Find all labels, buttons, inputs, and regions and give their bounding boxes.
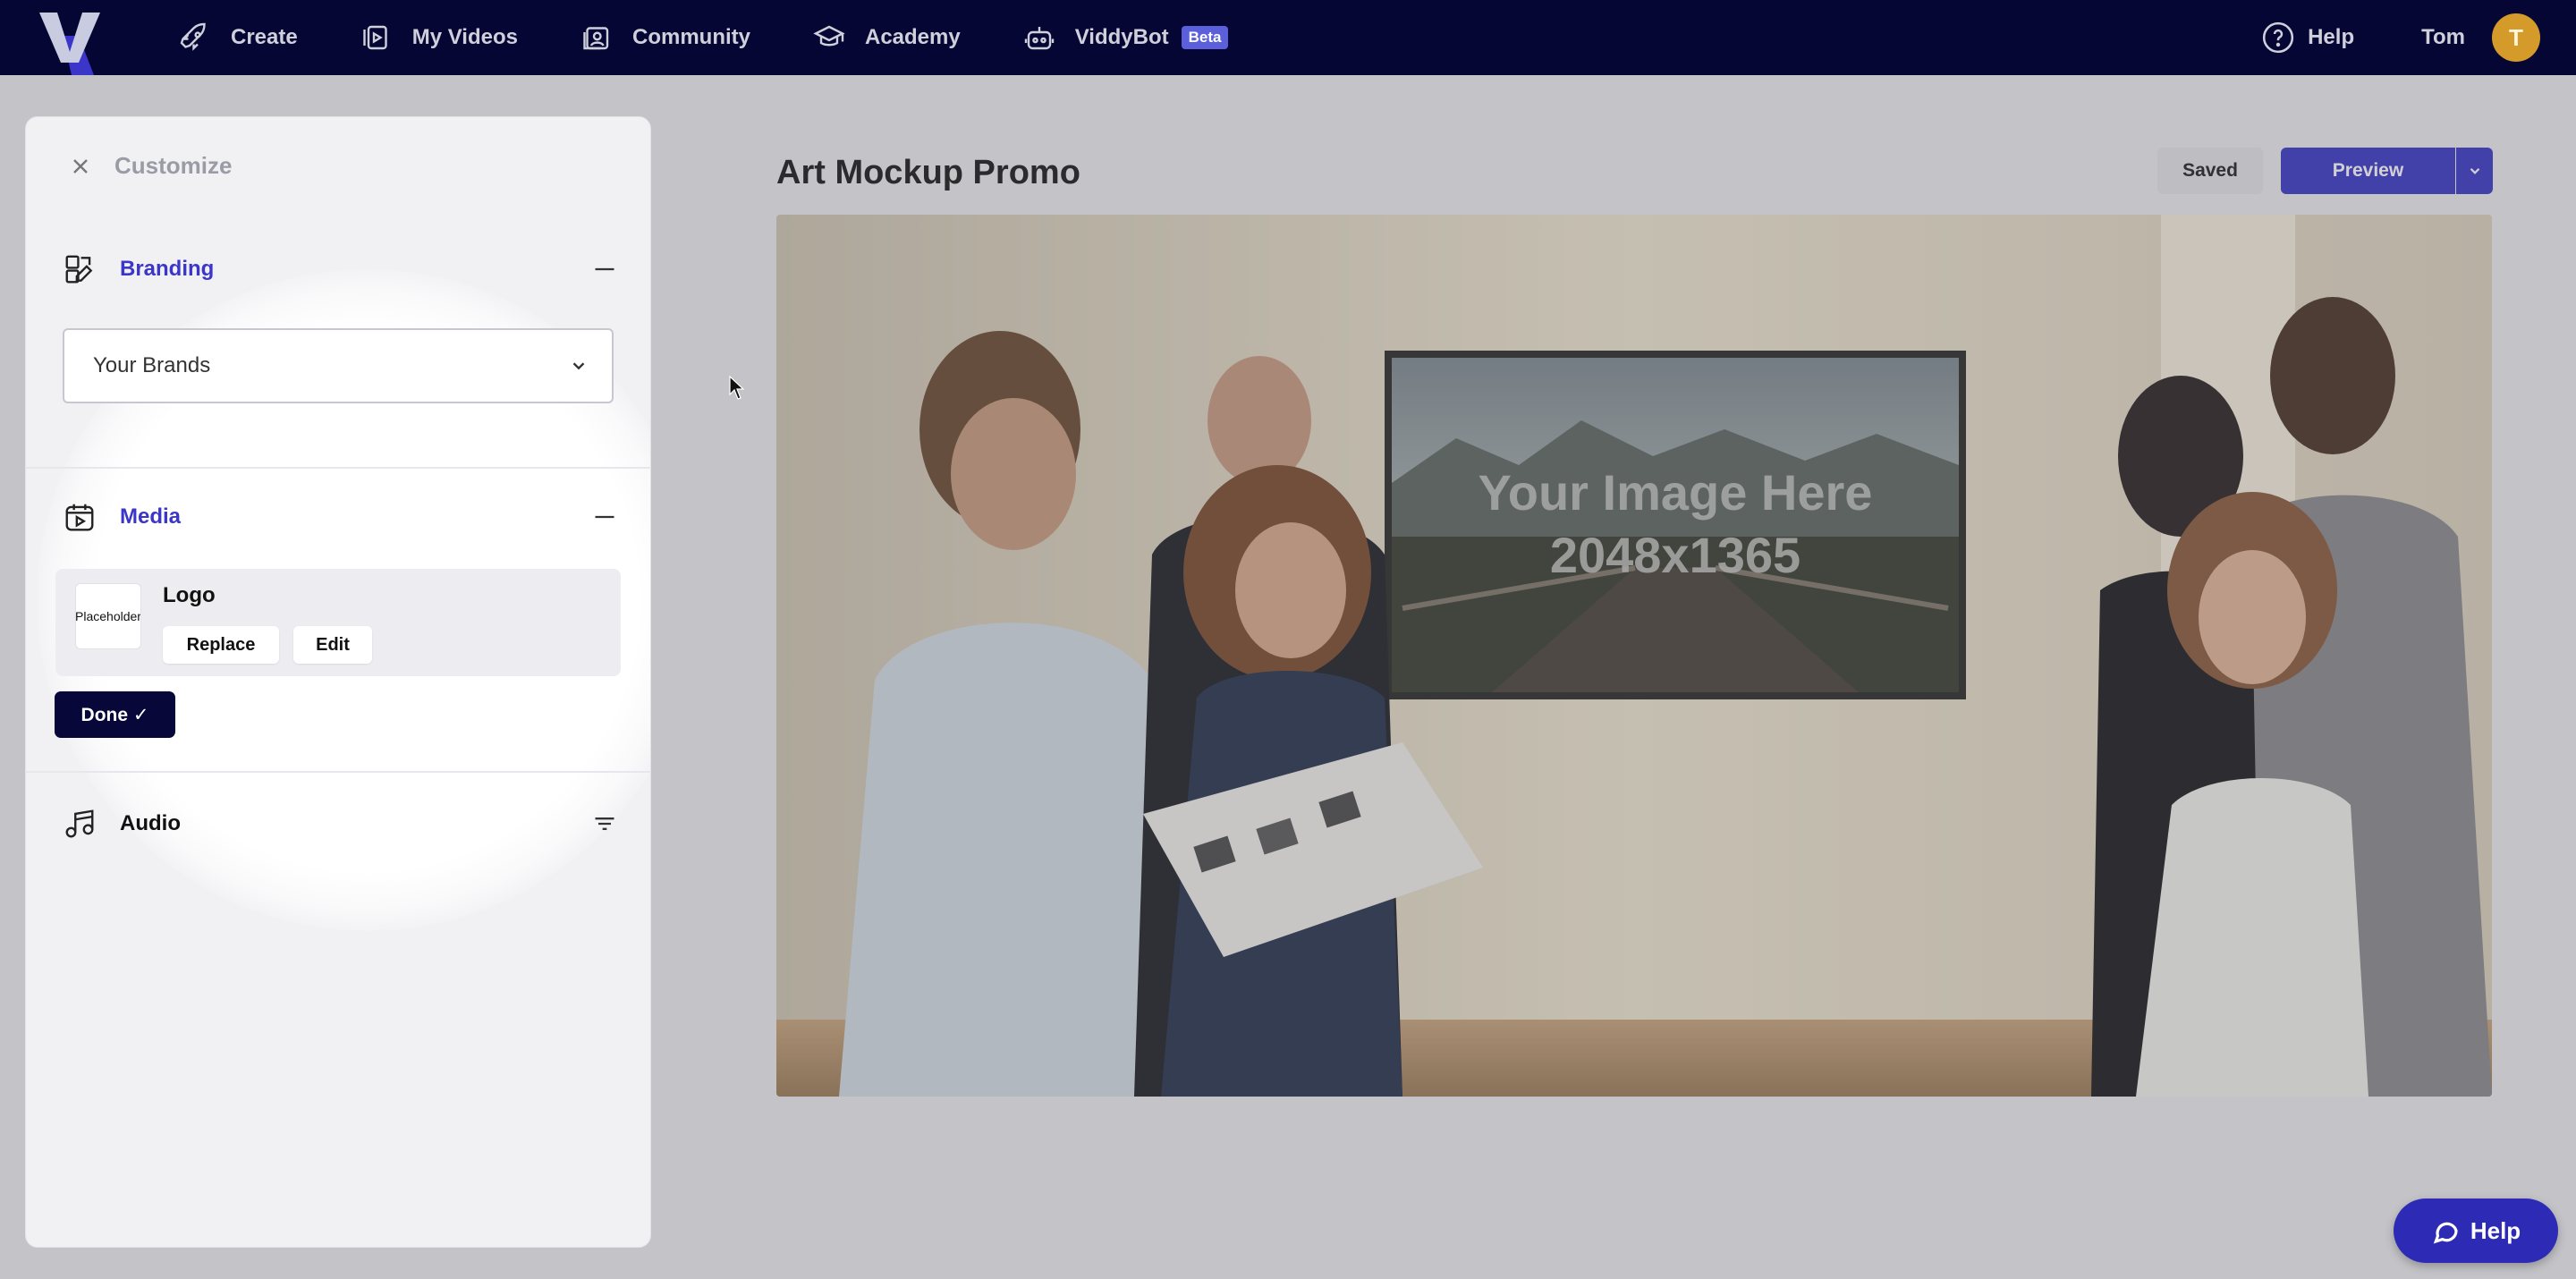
nav-academy[interactable]: Academy bbox=[813, 0, 961, 75]
music-note-icon bbox=[65, 809, 94, 838]
collapse-icon[interactable] bbox=[592, 504, 617, 529]
help-link[interactable]: Help bbox=[2261, 21, 2354, 55]
nav-viddybot[interactable]: ViddyBot Beta bbox=[1023, 0, 1229, 75]
media-icon bbox=[65, 504, 94, 531]
chat-bubble-icon bbox=[2433, 1222, 2458, 1244]
help-icon bbox=[2262, 21, 2294, 54]
logo-thumbnail[interactable]: Placeholder bbox=[75, 583, 141, 649]
nav-right: Help Tom T bbox=[2261, 0, 2540, 75]
mouse-cursor-icon bbox=[729, 376, 745, 400]
brand-select-value: Your Brands bbox=[93, 353, 211, 377]
nav-viddybot-label: ViddyBot bbox=[1074, 25, 1169, 49]
videos-icon bbox=[363, 25, 387, 50]
filter-icon[interactable] bbox=[592, 811, 617, 836]
main-nav: Create My Videos Community Academy Viddy… bbox=[179, 0, 1291, 75]
preview-button[interactable]: Preview bbox=[2281, 148, 2455, 194]
done-button[interactable]: Done ✓ bbox=[55, 691, 175, 738]
edit-button[interactable]: Edit bbox=[293, 626, 372, 664]
user-name[interactable]: Tom bbox=[2421, 25, 2465, 50]
replace-button[interactable]: Replace bbox=[163, 626, 279, 664]
rocket-icon bbox=[180, 22, 206, 51]
app-logo[interactable] bbox=[27, 0, 125, 75]
section-audio[interactable]: Audio bbox=[63, 801, 617, 846]
media-item-logo: Placeholder Logo Replace Edit bbox=[55, 569, 621, 676]
media-item-name: Logo bbox=[163, 583, 216, 607]
section-audio-title: Audio bbox=[120, 811, 181, 835]
nav-community-label: Community bbox=[631, 25, 750, 49]
chevron-down-icon bbox=[2470, 167, 2479, 174]
section-divider bbox=[25, 771, 651, 773]
nav-my-videos[interactable]: My Videos bbox=[360, 0, 518, 75]
video-preview-canvas[interactable]: Your Image Here 2048x1365 bbox=[776, 215, 2492, 1097]
section-branding-title: Branding bbox=[120, 257, 215, 281]
section-media[interactable]: Media bbox=[63, 495, 617, 539]
top-navigation: Create My Videos Community Academy Viddy… bbox=[0, 0, 2576, 75]
graduation-cap-icon bbox=[813, 25, 845, 47]
close-icon[interactable] bbox=[70, 156, 91, 177]
wall-artwork: Your Image Here 2048x1365 bbox=[1385, 351, 1966, 699]
chevron-down-icon bbox=[572, 362, 585, 370]
canvas-placeholder-line1: Your Image Here bbox=[1479, 464, 1873, 521]
section-branding[interactable]: Branding bbox=[63, 247, 617, 292]
nav-community[interactable]: Community bbox=[580, 0, 750, 75]
saved-button[interactable]: Saved bbox=[2157, 148, 2263, 194]
nav-create-label: Create bbox=[231, 25, 298, 49]
beta-badge: Beta bbox=[1181, 26, 1229, 49]
chat-help-label: Help bbox=[2470, 1216, 2521, 1244]
nav-academy-label: Academy bbox=[864, 25, 961, 49]
community-icon bbox=[583, 27, 609, 50]
collapse-icon[interactable] bbox=[592, 257, 617, 282]
robot-icon bbox=[1024, 27, 1054, 50]
section-divider bbox=[25, 467, 651, 469]
canvas-placeholder-line2: 2048x1365 bbox=[1550, 527, 1801, 583]
avatar[interactable]: T bbox=[2492, 13, 2540, 62]
nav-my-videos-label: My Videos bbox=[411, 25, 518, 49]
branding-icon bbox=[65, 255, 93, 284]
section-media-title: Media bbox=[120, 504, 182, 529]
panel-header: Customize bbox=[70, 152, 232, 180]
help-label: Help bbox=[2308, 25, 2355, 49]
preview-dropdown-button[interactable] bbox=[2456, 148, 2493, 194]
panel-title: Customize bbox=[114, 152, 233, 179]
chat-help-button[interactable]: Help bbox=[2394, 1199, 2558, 1263]
page-title: Art Mockup Promo bbox=[776, 154, 1080, 191]
brand-select[interactable]: Your Brands bbox=[63, 328, 614, 403]
nav-create[interactable]: Create bbox=[179, 0, 298, 75]
